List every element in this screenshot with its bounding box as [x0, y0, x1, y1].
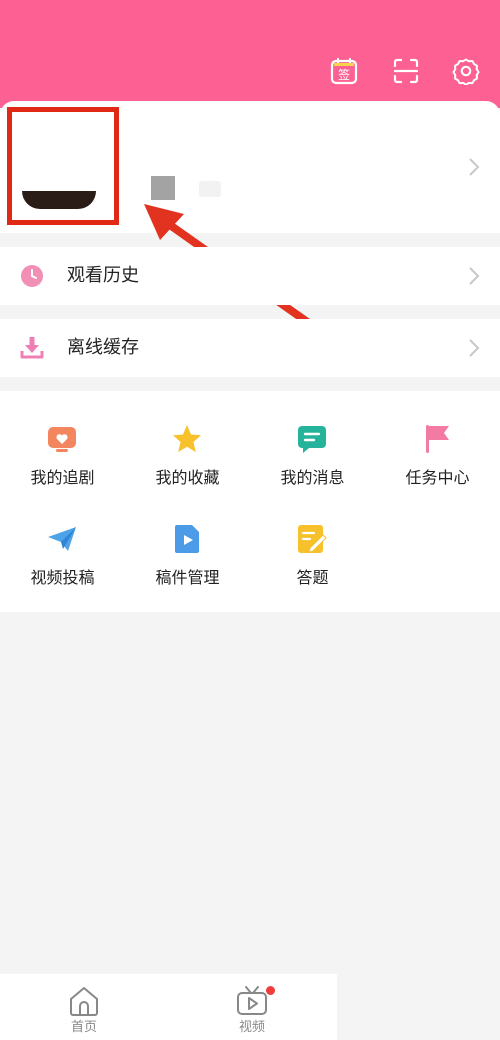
row-watch-history[interactable]: 观看历史 [0, 247, 500, 305]
flag-icon [421, 423, 453, 455]
grid-task-center[interactable]: 任务中心 [375, 391, 500, 487]
tab-label: 首页 [70, 1020, 97, 1035]
profile-page: 签 观看历史 离线缓存 我的追剧 我的收藏 我的消息 任务中心 视频投稿 稿件管… [0, 0, 500, 1040]
scan-icon[interactable] [392, 57, 420, 85]
grid-label: 我的追剧 [30, 468, 95, 487]
settings-icon[interactable] [452, 57, 480, 85]
row-offline-cache[interactable]: 离线缓存 [0, 319, 500, 377]
grid-label: 视频投稿 [30, 568, 95, 587]
svg-text:签: 签 [338, 67, 350, 82]
grid-label: 任务中心 [405, 468, 470, 487]
bottom-tab-bar: 首页 视频 [0, 974, 337, 1040]
username-redacted[interactable] [151, 176, 175, 200]
tab-label: 视频 [238, 1020, 265, 1035]
grid-my-favorites[interactable]: 我的收藏 [125, 391, 250, 487]
paper-plane-icon [46, 523, 78, 555]
tv-heart-icon [46, 423, 78, 455]
message-icon [296, 423, 328, 455]
tv-play-icon [235, 984, 269, 1018]
grid-label: 答题 [296, 568, 329, 587]
grid-my-series[interactable]: 我的追剧 [0, 391, 125, 487]
chevron-right-icon [468, 266, 480, 286]
edit-note-icon [296, 523, 328, 555]
video-file-icon [171, 523, 203, 555]
grid-label: 我的收藏 [155, 468, 220, 487]
download-icon [20, 336, 44, 360]
tab-video[interactable]: 视频 [168, 974, 336, 1040]
notification-dot [266, 986, 275, 995]
feature-grid: 我的追剧 我的收藏 我的消息 任务中心 视频投稿 稿件管理 答题 [0, 391, 500, 612]
grid-label: 我的消息 [280, 468, 345, 487]
grid-video-submit[interactable]: 视频投稿 [0, 491, 125, 587]
clock-icon [20, 264, 44, 288]
profile-card[interactable] [0, 101, 500, 233]
header-bar: 签 [0, 0, 500, 108]
chevron-right-icon [468, 338, 480, 358]
row-label: 离线缓存 [67, 337, 139, 358]
grid-quiz[interactable]: 答题 [250, 491, 375, 587]
row-label: 观看历史 [67, 265, 139, 286]
home-icon [67, 984, 101, 1018]
user-info-redacted [199, 181, 221, 197]
chevron-right-icon [468, 157, 480, 177]
grid-manuscript-manage[interactable]: 稿件管理 [125, 491, 250, 587]
grid-my-messages[interactable]: 我的消息 [250, 391, 375, 487]
grid-label: 稿件管理 [155, 568, 220, 587]
avatar[interactable] [22, 145, 96, 209]
sign-in-icon[interactable]: 签 [330, 57, 358, 85]
star-icon [171, 423, 203, 455]
tab-home[interactable]: 首页 [0, 974, 168, 1040]
